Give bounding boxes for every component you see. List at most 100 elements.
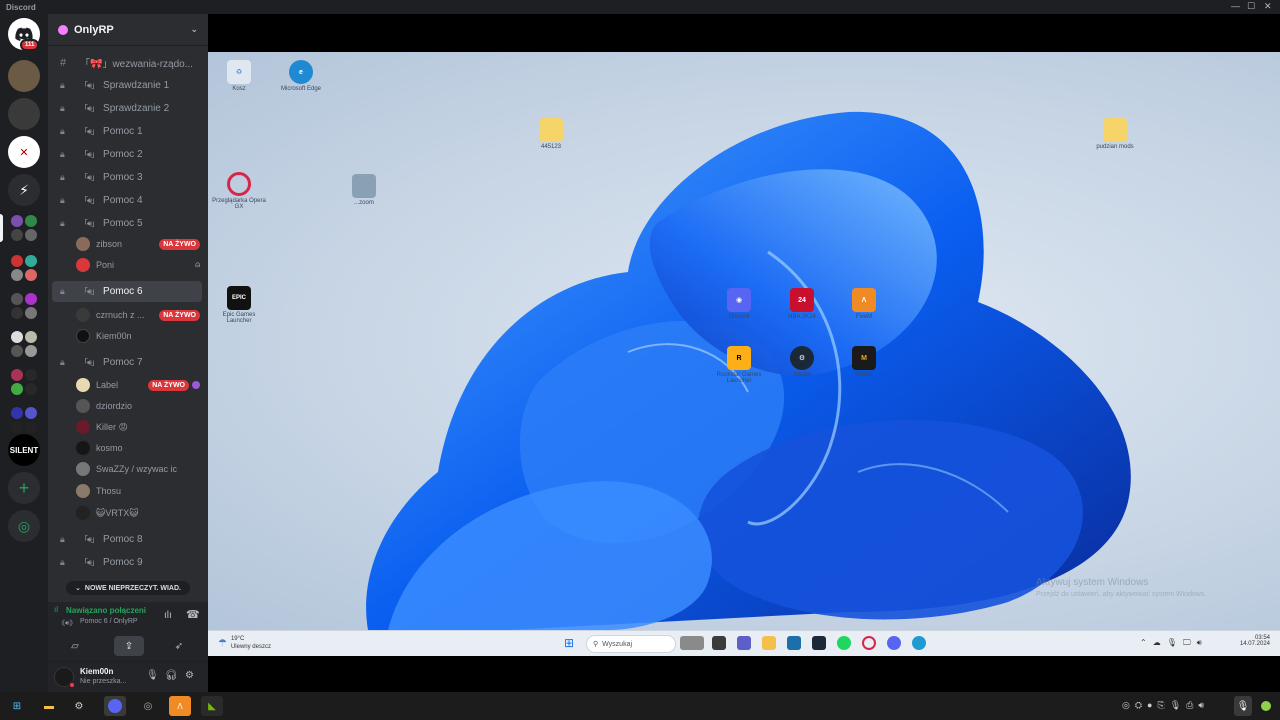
voice-user[interactable]: kosmo (76, 438, 200, 458)
status-dot-icon[interactable] (1257, 696, 1275, 716)
task-view-icon[interactable] (712, 636, 726, 650)
voice-channel[interactable]: 🔒︎ 「🔊︎」 Pomoc 7 (52, 352, 202, 373)
avatar (76, 329, 90, 343)
voice-channel[interactable]: 🔒︎ 「🔊︎」 Pomoc 9 (52, 552, 202, 573)
screen-share-icon[interactable]: ⇪ (114, 636, 144, 656)
maximize-icon[interactable]: ☐ (1247, 1, 1255, 12)
voice-user[interactable]: 😺VRTX😺 (76, 503, 200, 523)
desktop-icon[interactable]: ♻ Kosz (211, 60, 267, 92)
new-unread-button[interactable]: ⌄ NOWE NIEPRZECZYT. WIAD. (66, 581, 190, 595)
lock-icon: 🔒︎ (60, 218, 65, 228)
user-name[interactable]: Kiem00n (80, 667, 113, 676)
lock-icon: 🔒︎ (60, 357, 65, 367)
desktop-icon[interactable]: e Microsoft Edge (273, 60, 329, 92)
voice-user[interactable]: Label NA ŻYWO (76, 375, 200, 395)
discord-icon[interactable] (887, 636, 901, 650)
windows-start-icon[interactable]: ⊞ (6, 696, 28, 716)
store-icon[interactable] (787, 636, 801, 650)
windows-start-icon[interactable]: ⊞ (564, 636, 574, 650)
steam-icon[interactable] (812, 636, 826, 650)
obs-icon[interactable]: ◎ (137, 696, 159, 716)
voice-channel[interactable]: 🔒︎ 「🔊︎」 Pomoc 5 (52, 213, 202, 234)
desktop-icon[interactable]: Przeglądarka Opera GX (211, 172, 267, 210)
voice-channel-path[interactable]: Pomoc 6 / OnlyRP (80, 618, 138, 625)
server-header[interactable]: OnlyRP ⌄ (48, 14, 208, 46)
microphone-icon[interactable]: 🎙︎ (146, 670, 159, 681)
server-folder-icon[interactable] (8, 290, 40, 322)
teams-icon[interactable] (737, 636, 751, 650)
user-name: Kiem00n (96, 331, 132, 341)
file-explorer-icon[interactable]: ▬ (38, 696, 60, 716)
signal-icon[interactable]: ıl (54, 605, 58, 614)
server-avatar-icon[interactable] (8, 60, 40, 92)
voice-user[interactable]: Killer 😡 (76, 417, 200, 437)
voice-user[interactable]: zibson NA ŻYWO (76, 234, 200, 254)
server-folder-icon[interactable] (8, 328, 40, 360)
add-server-icon[interactable]: + (8, 472, 40, 504)
video-off-icon[interactable]: ▱ (60, 636, 90, 656)
voice-user[interactable]: Poni ⍝ (76, 255, 200, 275)
server-silent-icon[interactable]: SILENT (8, 434, 40, 466)
speaker-icon: 「🔊︎」 (80, 535, 99, 544)
server-avatar-icon[interactable] (8, 98, 40, 130)
desktop-icon[interactable]: R Rockstar Games Launcher (711, 346, 767, 384)
weather-widget[interactable]: ☂ 19°C Ulewny deszcz (218, 635, 271, 651)
text-channel[interactable]: # 「🎀」wezwania-rządo... (52, 52, 202, 73)
voice-channel[interactable]: 🔒︎ 「🔊︎」 Sprawdzanie 1 (52, 75, 202, 96)
server-folder-icon[interactable] (8, 212, 40, 244)
nvidia-icon[interactable]: ◣ (201, 696, 223, 716)
clock[interactable]: 03:54 14.07.2024 (1240, 635, 1270, 647)
server-name: OnlyRP (74, 23, 114, 36)
desktop-icon[interactable]: 24 NBA 2K24 (774, 288, 830, 320)
desktop-icon[interactable]: ◉ Discord (711, 288, 767, 320)
minimize-icon[interactable]: — (1231, 1, 1240, 11)
server-folder-icon[interactable] (8, 366, 40, 398)
microphone-icon[interactable]: 🎙︎ (1234, 696, 1252, 716)
activity-rocket-icon[interactable]: ➶ (164, 636, 194, 656)
edge-icon[interactable] (912, 636, 926, 650)
user-name: Thosu (96, 486, 122, 496)
voice-channel[interactable]: 🔒︎ 「🔊︎」 Sprawdzanie 2 (52, 98, 202, 119)
spotify-icon[interactable] (837, 636, 851, 650)
fivem-taskbar-icon[interactable]: Λ (169, 696, 191, 716)
voice-channel-active[interactable]: 🔒︎ 「🔊︎」 Pomoc 6 (52, 281, 202, 302)
desktop-icon[interactable]: pudzian mods (1087, 118, 1143, 150)
discord-taskbar-icon[interactable] (104, 696, 126, 716)
taskbar-car-icon[interactable] (680, 636, 704, 650)
server-logo-icon[interactable]: ✕ (8, 136, 40, 168)
search-box[interactable]: ⚲ Wyszukaj (586, 635, 676, 653)
desktop-icon[interactable]: ⚙ Steam (774, 346, 830, 378)
voice-channel[interactable]: 🔒︎ 「🔊︎」 Pomoc 3 (52, 167, 202, 188)
server-folder-icon[interactable] (8, 404, 40, 436)
voice-channel[interactable]: 🔒︎ 「🔊︎」 Pomoc 8 (52, 529, 202, 550)
voice-channel[interactable]: 🔒︎ 「🔊︎」 Pomoc 4 (52, 190, 202, 211)
voice-channel[interactable]: 🔒︎ 「🔊︎」 Pomoc 2 (52, 144, 202, 165)
desktop-icon[interactable]: Λ FiveM (836, 288, 892, 320)
voice-user[interactable]: dziordzio (76, 396, 200, 416)
chevron-down-icon[interactable]: ⌄ (190, 24, 198, 35)
voice-user[interactable]: Thosu (76, 481, 200, 501)
voice-user[interactable]: czrnuch z ... NA ŻYWO (76, 305, 200, 325)
desktop-icon[interactable]: 445123 (523, 118, 579, 150)
settings-icon[interactable]: ⚙ (68, 696, 90, 716)
desktop-icon[interactable]: ...zoom (336, 174, 392, 206)
server-logo-icon[interactable]: ⚡ (8, 174, 40, 206)
file-explorer-icon[interactable] (762, 636, 776, 650)
speaker-icon: 「🔊︎」 (80, 196, 99, 205)
speaker-icon: 「🔊︎」 (80, 150, 99, 159)
voice-channel[interactable]: 🔒︎ 「🔊︎」 Pomoc 1 (52, 121, 202, 142)
headphones-icon[interactable]: 🎧︎ (165, 670, 178, 681)
close-icon[interactable]: ✕ (1264, 1, 1272, 12)
voice-user[interactable]: SwaZZy / wzywac ic (76, 459, 200, 479)
desktop-icon[interactable]: M Medal (836, 346, 892, 378)
explore-compass-icon[interactable]: ◎ (8, 510, 40, 542)
settings-gear-icon[interactable]: ⚙ (185, 670, 194, 681)
desktop-icon[interactable]: EPIC Epic Games Launcher (211, 286, 267, 324)
tray-icons[interactable]: ⌃☁🎙︎🖵🔊︎ (1140, 638, 1208, 648)
server-folder-icon[interactable] (8, 252, 40, 284)
opera-gx-icon[interactable] (862, 636, 876, 650)
host-tray-icons[interactable]: ◎⛭●⎘🎙︎⎙🔊︎ (1122, 700, 1209, 711)
disconnect-icon[interactable]: ☎ (186, 608, 200, 621)
noise-suppression-icon[interactable]: ılı (164, 610, 172, 621)
voice-user[interactable]: Kiem00n (76, 326, 200, 346)
